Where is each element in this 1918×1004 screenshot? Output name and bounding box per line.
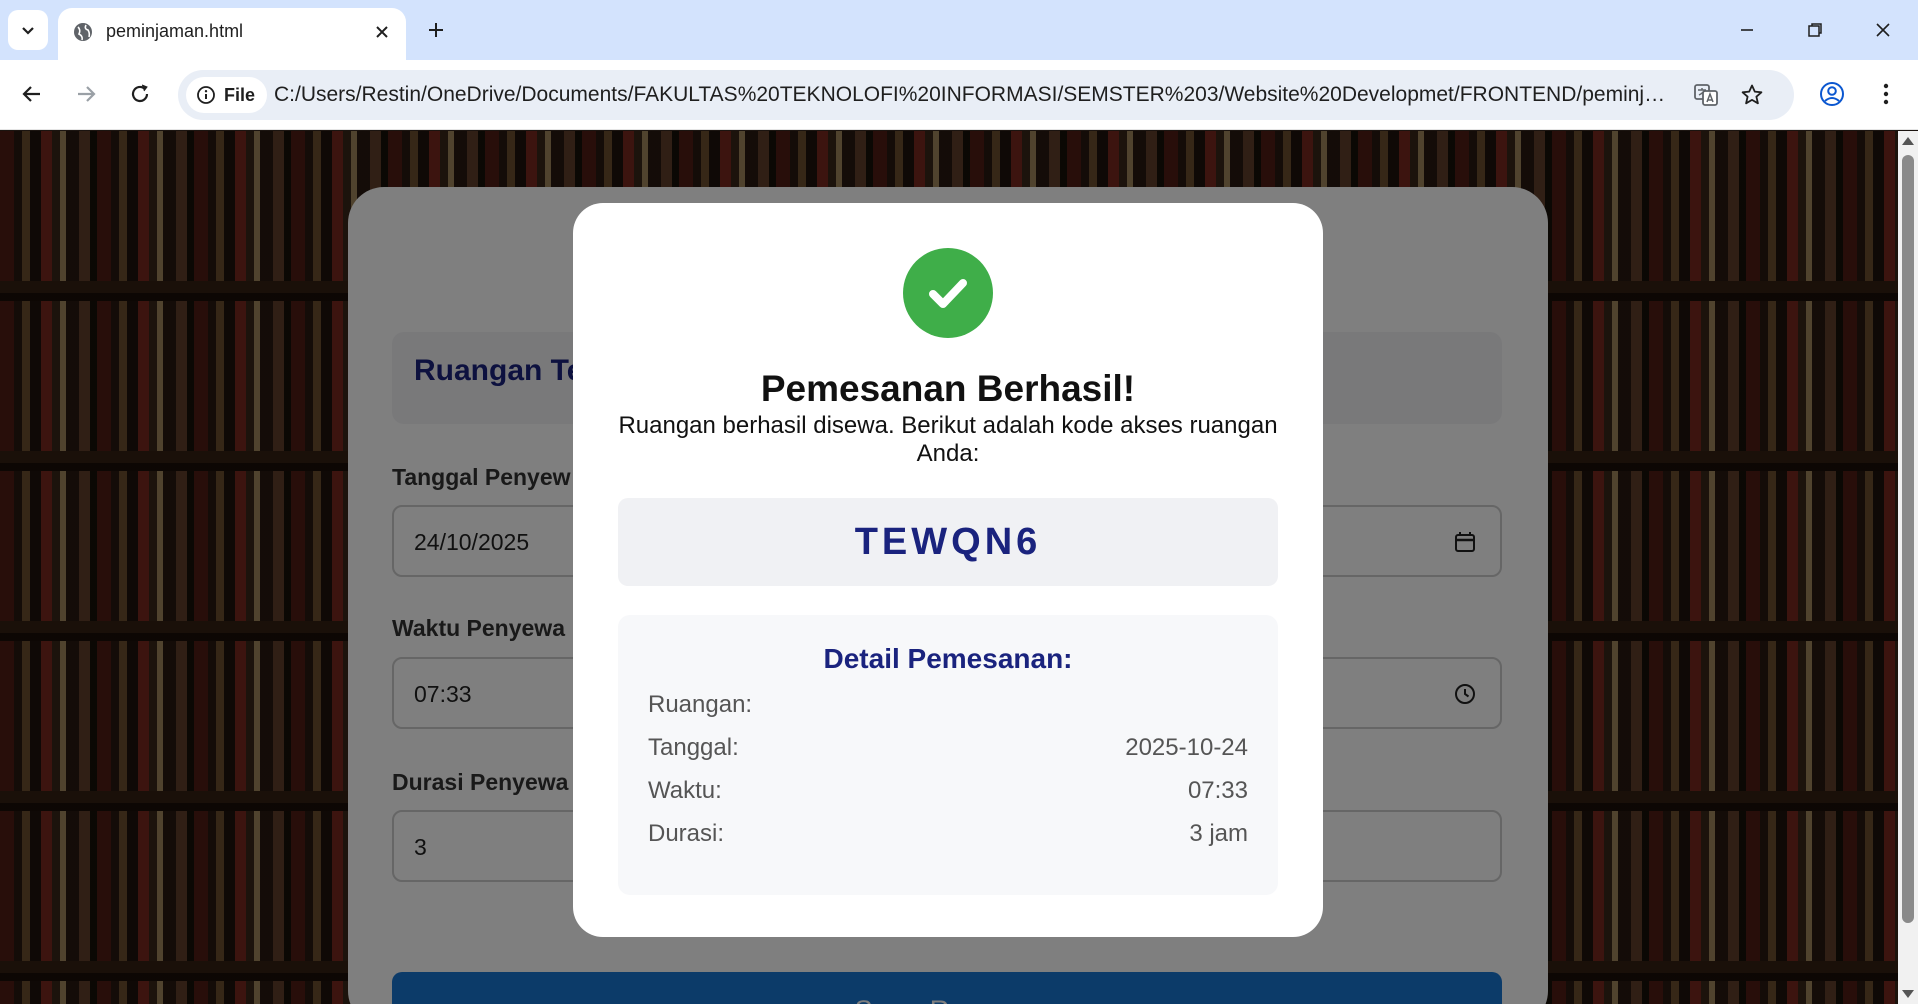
page-viewport: Ruangan Te Tanggal Penyew 24/10/2025 Wak… [0, 131, 1898, 1004]
reload-button[interactable] [120, 74, 160, 114]
browser-toolbar: File C:/Users/Restin/OneDrive/Documents/… [0, 60, 1918, 130]
url-text[interactable]: C:/Users/Restin/OneDrive/Documents/FAKUL… [274, 83, 1676, 107]
forward-button[interactable] [66, 74, 106, 114]
minimize-button[interactable] [1720, 0, 1774, 60]
translate-button[interactable] [1688, 77, 1724, 113]
scrollbar-thumb[interactable] [1902, 155, 1914, 923]
detail-key: Tanggal: [648, 734, 739, 761]
minimize-icon [1741, 29, 1753, 31]
page-scrollbar[interactable] [1898, 131, 1918, 1004]
arrow-left-icon [22, 86, 40, 102]
globe-icon [74, 23, 92, 41]
detail-key: Ruangan: [648, 691, 753, 718]
plus-icon [429, 23, 443, 37]
reload-icon [131, 84, 149, 103]
scroll-down-arrow-icon[interactable] [1902, 990, 1914, 998]
detail-value: 07:33 [1187, 777, 1248, 804]
address-bar[interactable]: File C:/Users/Restin/OneDrive/Documents/… [178, 70, 1794, 120]
profile-icon [1820, 82, 1844, 106]
star-icon [1741, 84, 1763, 105]
menu-button[interactable] [1866, 74, 1906, 114]
tab-title: peminjaman.html [106, 21, 244, 41]
site-info-chip[interactable]: File [186, 77, 268, 113]
close-icon [1876, 23, 1890, 37]
close-icon [376, 26, 388, 38]
detail-row-durasi: Durasi: 3 jam [648, 820, 1248, 850]
success-modal: Pemesanan Berhasil! Ruangan berhasil dis… [573, 203, 1323, 937]
detail-value: 2025-10-24 [1125, 734, 1248, 761]
detail-key: Waktu: [648, 777, 722, 804]
restore-icon [1808, 23, 1822, 37]
access-code: TEWQN6 [618, 498, 1278, 586]
bookmark-button[interactable] [1734, 77, 1770, 113]
chevron-down-icon [22, 27, 34, 35]
modal-title: Pemesanan Berhasil! [760, 368, 1136, 409]
success-check-icon [903, 248, 993, 338]
profile-button[interactable] [1812, 74, 1852, 114]
active-tab[interactable]: peminjaman.html [58, 8, 406, 60]
info-icon [197, 86, 215, 104]
detail-row-ruangan: Ruangan: [648, 691, 1248, 721]
detail-row-tanggal: Tanggal: 2025-10-24 [648, 734, 1248, 764]
translate-icon [1694, 84, 1718, 106]
scroll-up-arrow-icon[interactable] [1902, 137, 1914, 145]
restore-button[interactable] [1788, 0, 1842, 60]
booking-details: Detail Pemesanan: Ruangan: Tanggal: 2025… [618, 615, 1278, 895]
detail-row-waktu: Waktu: 07:33 [648, 777, 1248, 807]
back-button[interactable] [12, 74, 52, 114]
arrow-right-icon [78, 86, 96, 102]
detail-title: Detail Pemesanan: [823, 643, 1073, 674]
close-window-button[interactable] [1856, 0, 1910, 60]
detail-value: 3 jam [1189, 820, 1248, 847]
new-tab-button[interactable] [420, 14, 452, 46]
modal-description: Ruangan berhasil disewa. Berikut adalah … [618, 412, 1278, 467]
more-vertical-icon [1883, 83, 1889, 105]
site-chip-label: File [224, 84, 256, 105]
detail-key: Durasi: [648, 820, 725, 847]
tab-close-button[interactable] [370, 20, 394, 44]
tab-strip: peminjaman.html [0, 0, 1918, 60]
tab-search-button[interactable] [8, 10, 48, 50]
